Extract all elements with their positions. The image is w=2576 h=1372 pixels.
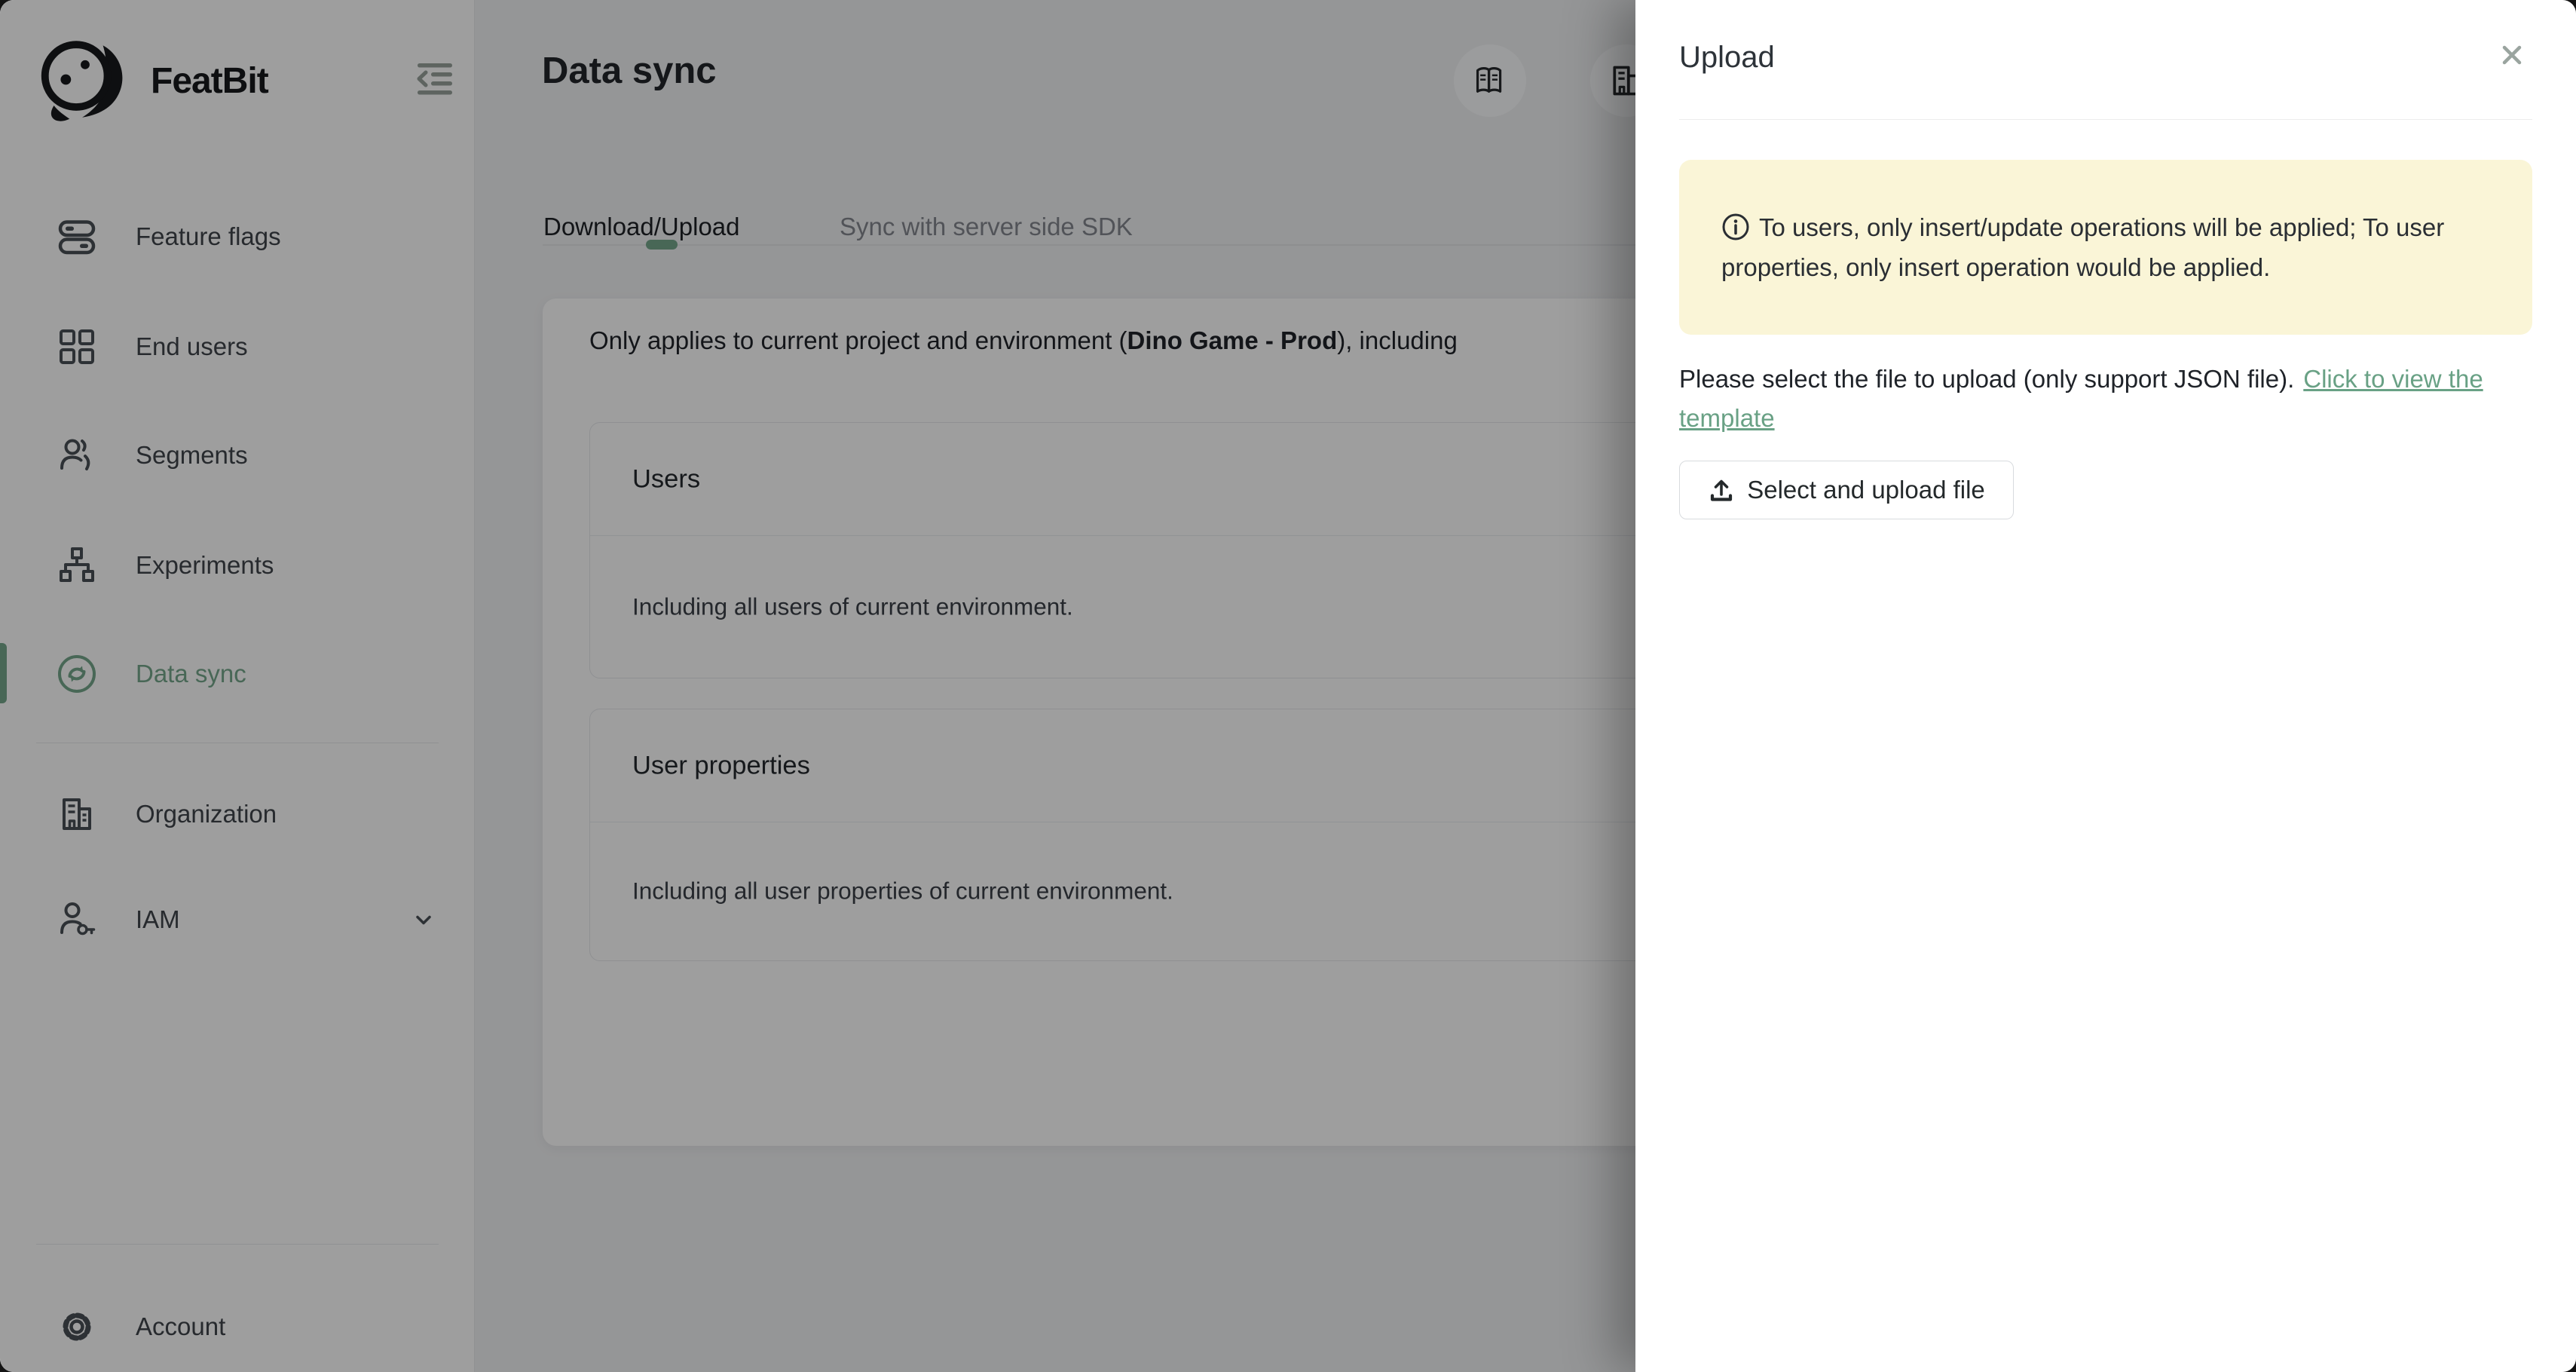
upload-instruction: Please select the file to upload (only s… xyxy=(1679,360,2537,438)
instruction-text: Please select the file to upload (only s… xyxy=(1679,365,2294,393)
app-window: FeatBit Featur xyxy=(0,0,2576,1372)
close-icon[interactable] xyxy=(2499,42,2525,68)
alert-text: To users, only insert/update operations … xyxy=(1721,207,2445,287)
upload-button-label: Select and upload file xyxy=(1747,476,1985,504)
select-upload-file-button[interactable]: Select and upload file xyxy=(1679,461,2014,519)
alert-message: To users, only insert/update operations … xyxy=(1721,213,2444,281)
upload-icon xyxy=(1708,476,1735,504)
upload-drawer: Upload To users, only insert/update oper… xyxy=(1635,0,2576,1372)
info-circle-icon xyxy=(1721,213,1750,241)
drawer-title: Upload xyxy=(1679,41,1775,75)
upload-info-alert: To users, only insert/update operations … xyxy=(1679,160,2532,335)
drawer-header-divider xyxy=(1679,119,2532,120)
